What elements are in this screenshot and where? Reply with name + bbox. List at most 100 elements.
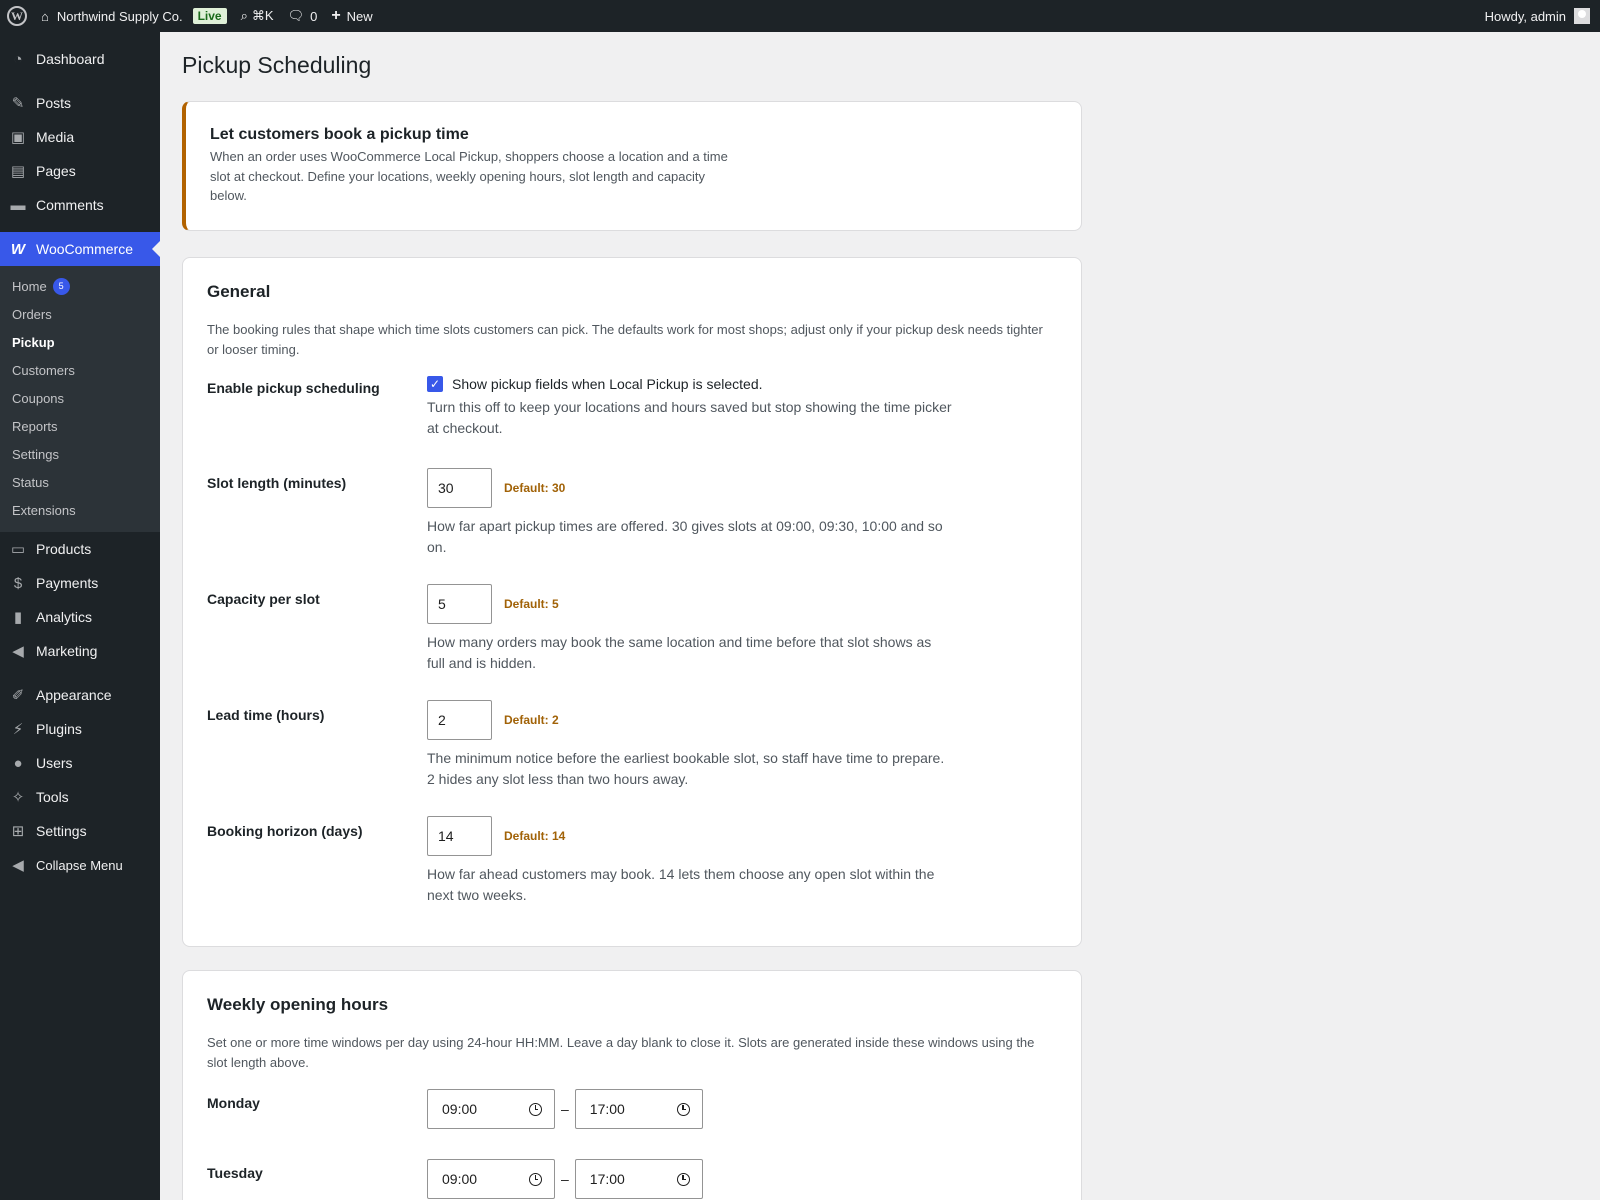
- slot-length-label: Slot length (minutes): [207, 475, 347, 491]
- megaphone-icon: ◀: [12, 643, 24, 660]
- submenu-label: Orders: [12, 306, 52, 322]
- submenu-item-settings[interactable]: Settings: [0, 440, 160, 468]
- menu-label: Products: [36, 541, 92, 557]
- menu-item-appearance[interactable]: ✐ Appearance: [0, 678, 160, 712]
- time-separator: –: [561, 1101, 569, 1117]
- archive-icon: ▭: [10, 541, 26, 558]
- menu-label: Marketing: [36, 643, 98, 659]
- payments-icon: $: [13, 574, 23, 592]
- submenu-label: Home: [12, 278, 47, 294]
- day-hours-field: 09:00 – 17:00: [427, 1089, 967, 1129]
- enable-scheduling-checkbox[interactable]: ✓: [427, 376, 443, 392]
- menu-item-media[interactable]: ▣ Media: [0, 120, 160, 154]
- enable-scheduling-checkbox-label: Show pickup fields when Local Pickup is …: [452, 376, 763, 392]
- live-badge: Live: [192, 8, 227, 24]
- menu-item-payments[interactable]: $ Payments: [0, 566, 160, 600]
- day-label: Tuesday: [207, 1165, 263, 1181]
- submenu-label: Pickup: [12, 334, 55, 350]
- slot-length-field: 30 Default: 30 How far apart pickup time…: [427, 468, 967, 558]
- woocommerce-submenu: Home 5 Orders Pickup Customers Coupons R…: [0, 266, 160, 532]
- submenu-label: Extensions: [12, 502, 76, 518]
- search-shortcut: ⌘K: [251, 8, 274, 23]
- enable-scheduling-help: Turn this off to keep your locations and…: [427, 399, 952, 436]
- submenu-item-orders[interactable]: Orders: [0, 300, 160, 328]
- user-icon: ●: [13, 754, 23, 772]
- weekly-hours-card: Weekly opening hours Set one or more tim…: [182, 970, 1082, 1200]
- general-description: The booking rules that shape which time …: [207, 322, 1043, 357]
- dashboard-icon: ◔: [13, 50, 23, 68]
- clock-icon: [529, 1172, 542, 1186]
- general-heading: General: [207, 282, 271, 301]
- menu-item-pages[interactable]: ▤ Pages: [0, 154, 160, 188]
- close-time-input[interactable]: 17:00: [574, 1159, 703, 1199]
- new-content-menu[interactable]: + New: [324, 0, 379, 32]
- menu-label: Analytics: [36, 609, 93, 625]
- close-time-input[interactable]: 17:00: [574, 1089, 703, 1129]
- open-time-input[interactable]: 09:00: [427, 1089, 555, 1129]
- enable-scheduling-option[interactable]: ✓ Show pickup fields when Local Pickup i…: [427, 376, 967, 392]
- menu-item-marketing[interactable]: ◀ Marketing: [0, 634, 160, 668]
- submenu-item-status[interactable]: Status: [0, 468, 160, 496]
- account-menu[interactable]: Howdy, admin: [1478, 0, 1600, 32]
- woocommerce-icon: W: [10, 240, 26, 258]
- avatar: [1574, 8, 1590, 24]
- admin-sidebar: ◔ Dashboard ✎ Posts ▣ Media ▤ Pages ▬ Co…: [0, 32, 160, 1200]
- menu-item-analytics[interactable]: ▮ Analytics: [0, 600, 160, 634]
- menu-item-posts[interactable]: ✎ Posts: [0, 86, 160, 120]
- menu-label: Collapse Menu: [36, 857, 123, 873]
- intro-text: When an order uses WooCommerce Local Pic…: [210, 149, 728, 203]
- home-icon: ⌂: [41, 8, 49, 24]
- plus-icon: +: [331, 7, 341, 24]
- brush-icon: ✐: [11, 687, 25, 704]
- site-name-menu[interactable]: ⌂ Northwind Supply Co. Live: [34, 0, 234, 32]
- main-content: Pickup Scheduling Let customers book a p…: [160, 32, 1600, 1200]
- menu-item-woocommerce[interactable]: W WooCommerce: [0, 232, 160, 266]
- intro-notice: Let customers book a pickup time When an…: [182, 101, 1082, 231]
- menu-label: Settings: [36, 823, 87, 839]
- open-time-input[interactable]: 09:00: [427, 1159, 555, 1199]
- submenu-item-extensions[interactable]: Extensions: [0, 496, 160, 524]
- lead-time-input[interactable]: 2: [427, 700, 492, 740]
- booking-horizon-label: Booking horizon (days): [207, 823, 363, 839]
- command-palette-button[interactable]: ⌕ ⌘K: [234, 0, 281, 32]
- menu-item-comments[interactable]: ▬ Comments: [0, 188, 160, 222]
- menu-label: Appearance: [36, 687, 112, 703]
- collapse-menu-button[interactable]: ◀ Collapse Menu: [0, 848, 160, 882]
- submenu-label: Customers: [12, 362, 75, 378]
- clock-icon: [529, 1102, 542, 1116]
- capacity-label: Capacity per slot: [207, 591, 320, 607]
- clock-icon: [676, 1102, 690, 1116]
- menu-item-dashboard[interactable]: ◔ Dashboard: [0, 42, 160, 76]
- menu-label: Plugins: [36, 721, 82, 737]
- menu-label: Posts: [36, 95, 72, 111]
- menu-item-tools[interactable]: ✧ Tools: [0, 780, 160, 814]
- weekly-hours-description: Set one or more time windows per day usi…: [207, 1035, 1035, 1070]
- notification-count-badge: 5: [52, 277, 70, 295]
- submenu-item-coupons[interactable]: Coupons: [0, 384, 160, 412]
- menu-item-settings[interactable]: ⊞ Settings: [0, 814, 160, 848]
- enable-scheduling-label: Enable pickup scheduling: [207, 380, 380, 396]
- capacity-input[interactable]: 5: [427, 584, 492, 624]
- submenu-label: Coupons: [12, 390, 65, 406]
- booking-horizon-input[interactable]: 14: [427, 816, 492, 856]
- submenu-item-customers[interactable]: Customers: [0, 356, 160, 384]
- submenu-item-home[interactable]: Home 5: [0, 272, 160, 300]
- menu-label: Dashboard: [36, 51, 105, 67]
- slot-length-input[interactable]: 30: [427, 468, 492, 508]
- slot-length-default: Default: 30: [504, 481, 566, 495]
- menu-item-users[interactable]: ● Users: [0, 746, 160, 780]
- collapse-arrow-icon: ◀: [12, 857, 24, 874]
- wrench-icon: ✧: [11, 789, 25, 806]
- menu-item-plugins[interactable]: ⚡ Plugins: [0, 712, 160, 746]
- slot-length-help: How far apart pickup times are offered. …: [427, 518, 943, 555]
- comments-menu[interactable]: 🗨 0: [281, 0, 325, 32]
- submenu-label: Settings: [12, 446, 59, 462]
- wordpress-logo-menu[interactable]: W: [0, 0, 34, 32]
- menu-item-products[interactable]: ▭ Products: [0, 532, 160, 566]
- close-time-value: 17:00: [589, 1171, 625, 1187]
- plug-icon: ⚡: [12, 721, 24, 738]
- day-label: Monday: [207, 1095, 260, 1111]
- admin-bar: W ⌂ Northwind Supply Co. Live ⌕ ⌘K 🗨 0 +…: [0, 0, 1600, 32]
- submenu-item-pickup[interactable]: Pickup: [0, 328, 160, 356]
- submenu-item-reports[interactable]: Reports: [0, 412, 160, 440]
